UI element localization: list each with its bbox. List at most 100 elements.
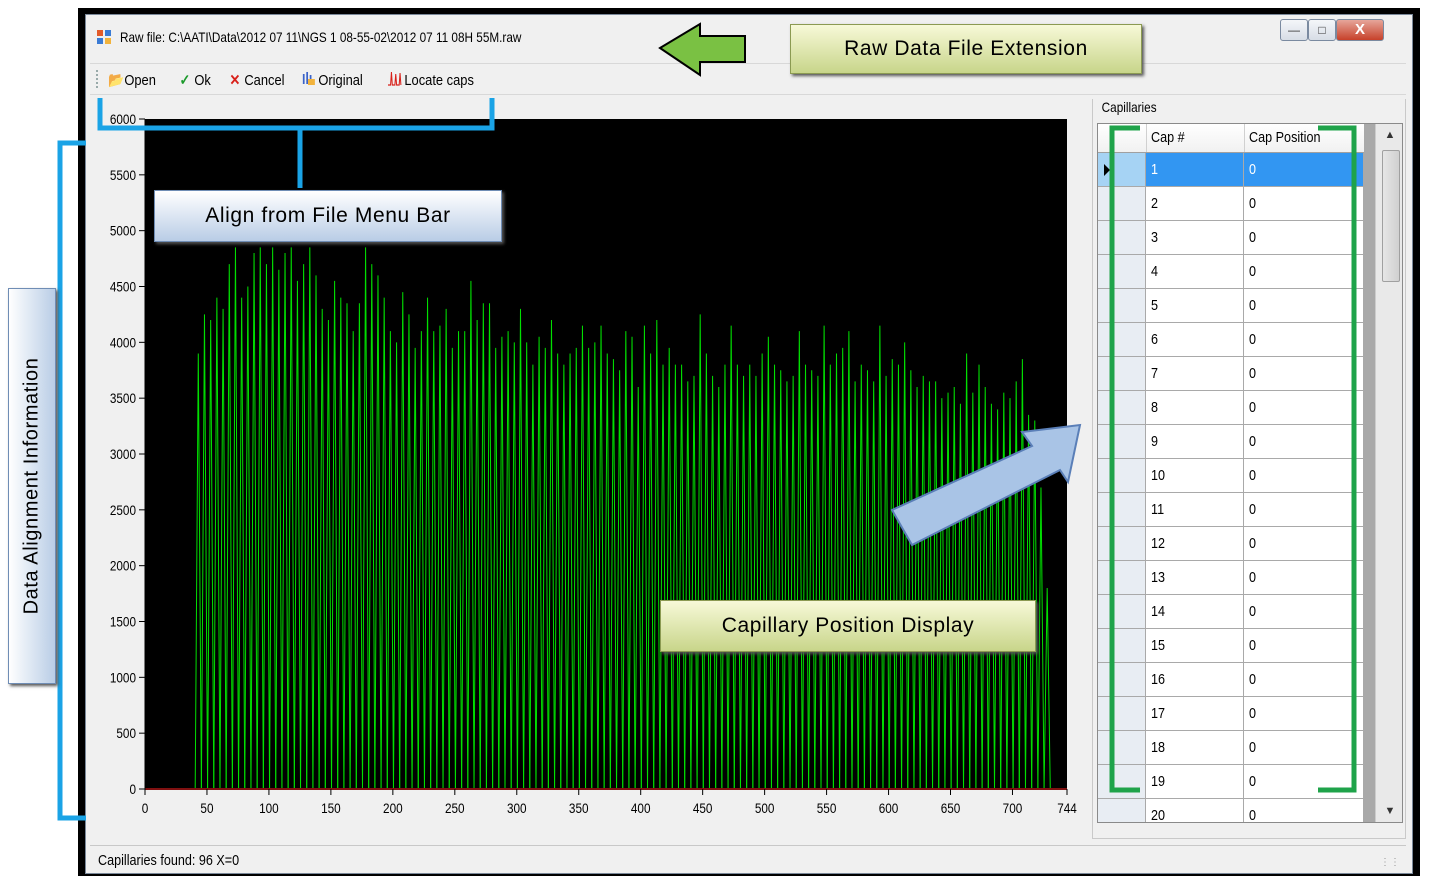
toolbar-grip[interactable] — [96, 70, 101, 88]
row-header[interactable] — [1098, 459, 1146, 492]
cap-position-cell[interactable]: 0 — [1244, 459, 1364, 492]
cap-number-cell[interactable]: 19 — [1146, 765, 1244, 798]
cap-position-cell[interactable]: 0 — [1244, 697, 1364, 730]
scroll-down-icon[interactable]: ▼ — [1376, 800, 1402, 822]
x-tick-label: 300 — [507, 800, 527, 816]
table-row[interactable]: 20 0 — [1098, 799, 1364, 822]
cap-number-cell[interactable]: 14 — [1146, 595, 1244, 628]
cap-number-cell[interactable]: 5 — [1146, 289, 1244, 322]
row-header[interactable] — [1098, 595, 1146, 628]
locate-caps-button[interactable]: Locate caps — [388, 70, 474, 90]
cap-position-cell[interactable]: 0 — [1244, 153, 1364, 186]
table-row[interactable]: 19 0 — [1098, 765, 1364, 799]
cap-position-cell[interactable]: 0 — [1244, 323, 1364, 356]
row-header[interactable] — [1098, 323, 1146, 356]
row-header[interactable] — [1098, 187, 1146, 220]
table-row[interactable]: 20 — [1098, 187, 1364, 221]
cap-position-cell[interactable]: 0 — [1244, 255, 1364, 288]
cap-position-cell[interactable]: 0 — [1244, 289, 1364, 322]
cap-number-cell[interactable]: 3 — [1146, 221, 1244, 254]
table-row[interactable]: 40 — [1098, 255, 1364, 289]
cap-position-cell[interactable]: 0 — [1244, 425, 1364, 458]
cap-position-cell[interactable]: 0 — [1244, 765, 1364, 798]
table-row[interactable]: 16 0 — [1098, 663, 1364, 697]
cap-number-cell[interactable]: 18 — [1146, 731, 1244, 764]
title-bar[interactable]: Raw file: C:\AATI\Data\2012 07 11\NGS 1 … — [86, 15, 1412, 61]
column-header-cap[interactable]: Cap # — [1146, 124, 1245, 152]
row-header[interactable] — [1098, 289, 1146, 322]
row-header[interactable] — [1098, 425, 1146, 458]
cap-number-cell[interactable]: 1 — [1146, 153, 1244, 186]
minimize-button[interactable]: — — [1280, 19, 1308, 41]
cap-number-cell[interactable]: 8 — [1146, 391, 1244, 424]
ok-button[interactable]: ✓ Ok — [178, 70, 210, 90]
cap-position-cell[interactable]: 0 — [1244, 527, 1364, 560]
cap-number-cell[interactable]: 13 — [1146, 561, 1244, 594]
table-row[interactable]: 70 — [1098, 357, 1364, 391]
cap-position-cell[interactable]: 0 — [1244, 731, 1364, 764]
table-row[interactable]: 30 — [1098, 221, 1364, 255]
row-header[interactable] — [1098, 663, 1146, 696]
table-row[interactable]: 60 — [1098, 323, 1364, 357]
cap-position-cell[interactable]: 0 — [1244, 357, 1364, 390]
row-header[interactable] — [1098, 357, 1146, 390]
cap-number-cell[interactable]: 12 — [1146, 527, 1244, 560]
row-header[interactable] — [1098, 255, 1146, 288]
table-row[interactable]: 11 0 — [1098, 493, 1364, 527]
cap-number-cell[interactable]: 2 — [1146, 187, 1244, 220]
cap-number-cell[interactable]: 16 — [1146, 663, 1244, 696]
cap-position-cell[interactable]: 0 — [1244, 663, 1364, 696]
cap-number-cell[interactable]: 9 — [1146, 425, 1244, 458]
row-header[interactable] — [1098, 153, 1146, 186]
row-header[interactable] — [1098, 731, 1146, 764]
cancel-button[interactable]: ✕ Cancel — [228, 70, 284, 90]
x-tick-label: 200 — [383, 800, 403, 816]
scroll-thumb[interactable] — [1382, 150, 1400, 282]
row-header[interactable] — [1098, 493, 1146, 526]
table-row[interactable]: 13 0 — [1098, 561, 1364, 595]
row-header[interactable] — [1098, 391, 1146, 424]
row-header[interactable] — [1098, 765, 1146, 798]
vertical-scrollbar[interactable]: ▲ ▼ — [1375, 124, 1402, 822]
original-button[interactable]: Original — [302, 70, 363, 90]
table-row[interactable]: 14 0 — [1098, 595, 1364, 629]
maximize-button[interactable]: □ — [1308, 19, 1336, 41]
close-button[interactable]: X — [1336, 19, 1384, 41]
cap-position-cell[interactable]: 0 — [1244, 391, 1364, 424]
table-row[interactable]: 17 0 — [1098, 697, 1364, 731]
cap-number-cell[interactable]: 6 — [1146, 323, 1244, 356]
table-row[interactable]: 90 — [1098, 425, 1364, 459]
cap-number-cell[interactable]: 4 — [1146, 255, 1244, 288]
scroll-up-icon[interactable]: ▲ — [1376, 124, 1402, 146]
table-row[interactable]: 10 — [1098, 153, 1364, 187]
row-header[interactable] — [1098, 697, 1146, 730]
table-row[interactable]: 12 0 — [1098, 527, 1364, 561]
open-button[interactable]: 📂 Open — [108, 70, 156, 90]
row-header[interactable] — [1098, 527, 1146, 560]
row-header[interactable] — [1098, 561, 1146, 594]
cap-position-cell[interactable]: 0 — [1244, 561, 1364, 594]
cap-number-cell[interactable]: 11 — [1146, 493, 1244, 526]
cap-position-cell[interactable]: 0 — [1244, 595, 1364, 628]
row-header[interactable] — [1098, 799, 1146, 822]
capillaries-grid[interactable]: Cap # Cap Position 1 0 2 0 3 0 4 0 5 0 6 0 7 0 8 0 9 0 10 0… — [1097, 123, 1403, 823]
cap-number-cell[interactable]: 10 — [1146, 459, 1244, 492]
cap-position-cell[interactable]: 0 — [1244, 221, 1364, 254]
column-header-position[interactable]: Cap Position — [1244, 124, 1365, 152]
table-row[interactable]: 10 0 — [1098, 459, 1364, 493]
cap-position-cell[interactable]: 0 — [1244, 629, 1364, 662]
table-row[interactable]: 50 — [1098, 289, 1364, 323]
cap-position-cell[interactable]: 0 — [1244, 493, 1364, 526]
cap-number-cell[interactable]: 17 — [1146, 697, 1244, 730]
cap-number-cell[interactable]: 7 — [1146, 357, 1244, 390]
row-header[interactable] — [1098, 221, 1146, 254]
table-row[interactable]: 18 0 — [1098, 731, 1364, 765]
row-header[interactable] — [1098, 629, 1146, 662]
table-row[interactable]: 80 — [1098, 391, 1364, 425]
resize-grip-icon[interactable]: ⋮⋮ — [1380, 857, 1400, 868]
cap-number-cell[interactable]: 15 — [1146, 629, 1244, 662]
cap-position-cell[interactable]: 0 — [1244, 187, 1364, 220]
cap-number-cell[interactable]: 20 — [1146, 799, 1244, 822]
cap-position-cell[interactable]: 0 — [1244, 799, 1364, 822]
table-row[interactable]: 15 0 — [1098, 629, 1364, 663]
